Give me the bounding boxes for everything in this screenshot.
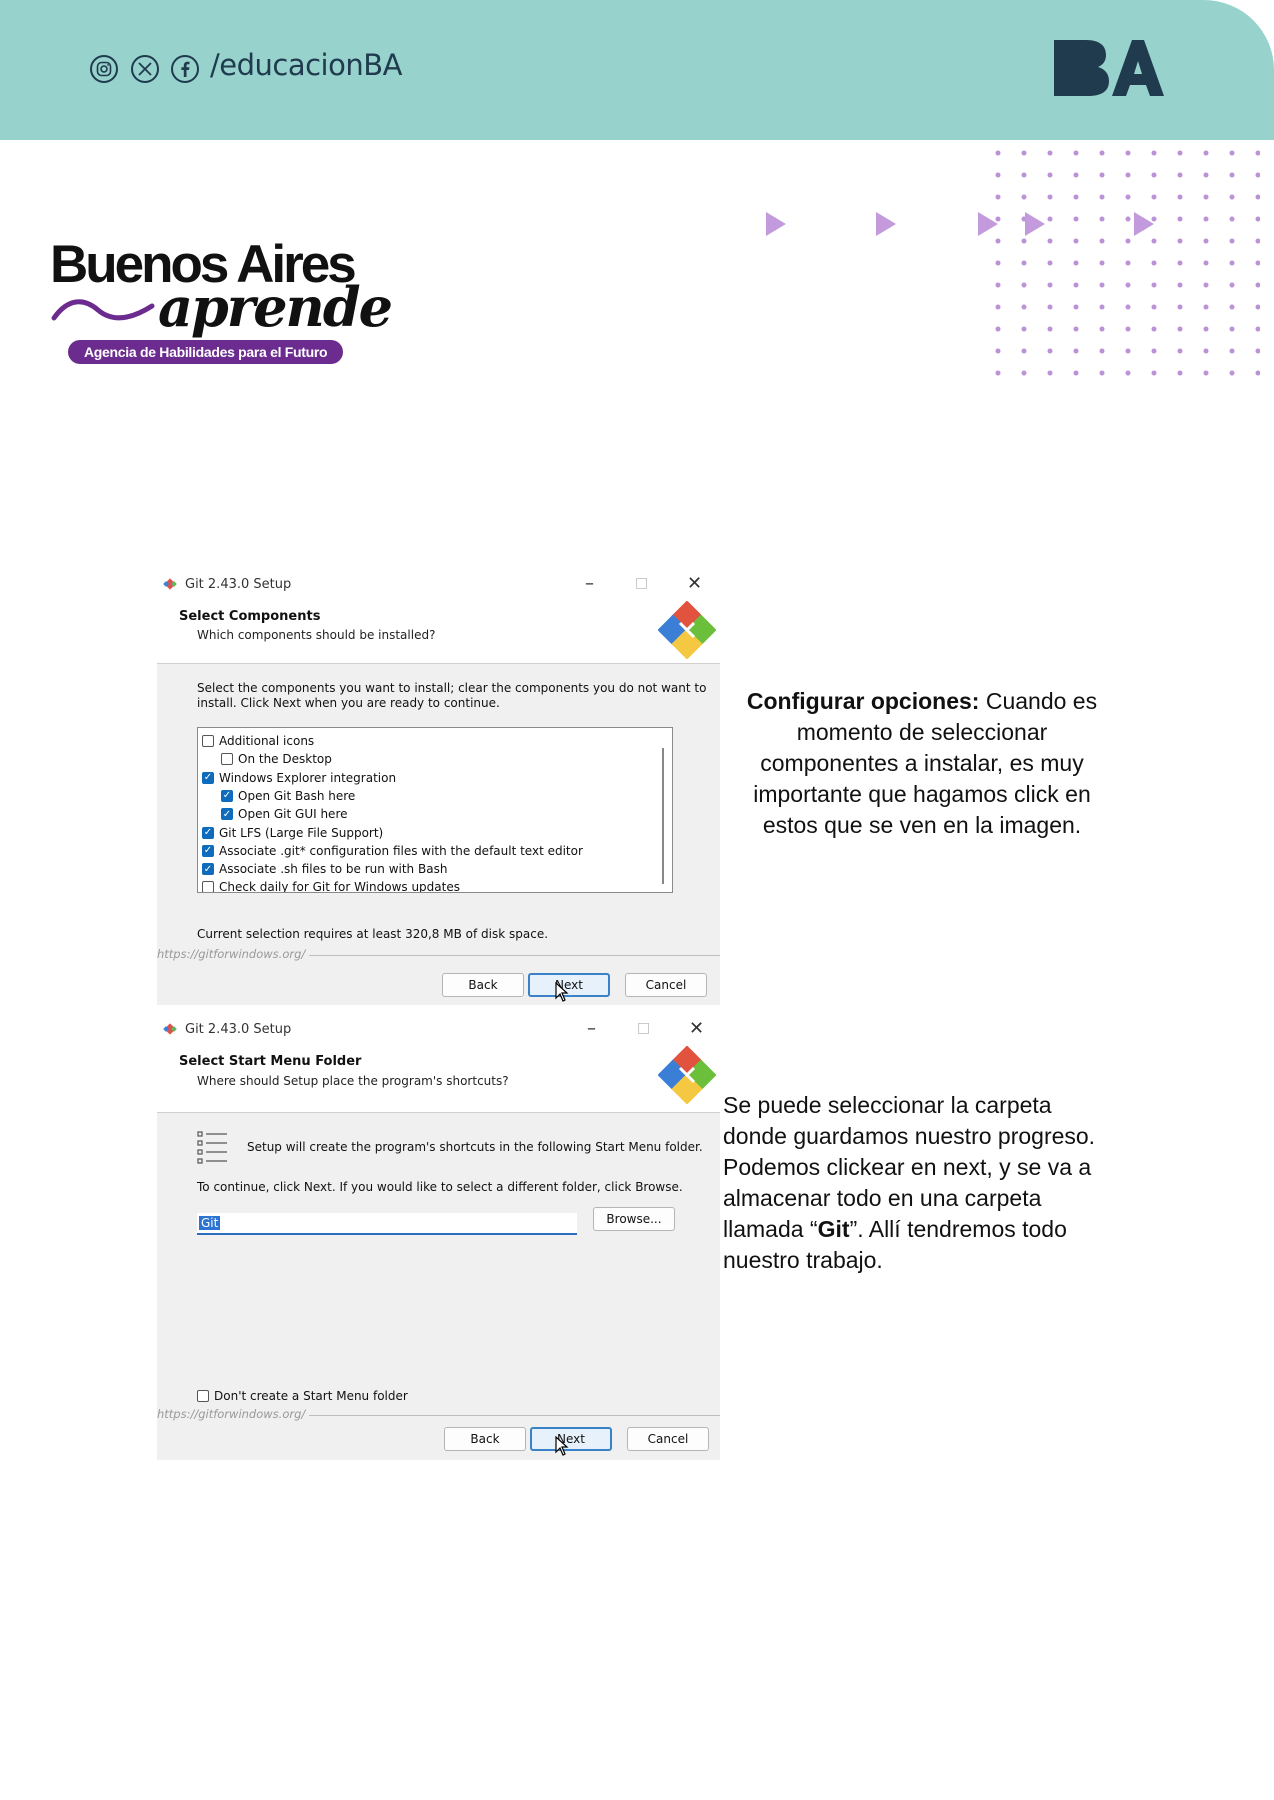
triangle-decoration [978, 212, 998, 236]
start-menu-list-icon [197, 1131, 227, 1164]
start-menu-info: Setup will create the program's shortcut… [247, 1140, 703, 1154]
component-row[interactable]: On the Desktop [221, 750, 332, 768]
checkbox[interactable] [202, 881, 214, 892]
component-label: On the Desktop [238, 752, 332, 767]
checkbox[interactable] [221, 753, 233, 766]
component-label: Open Git GUI here [238, 807, 348, 822]
brand-tagline: Agencia de Habilidades para el Futuro [68, 340, 344, 364]
facebook-icon[interactable] [171, 55, 199, 83]
header-band: /educacionBA [0, 0, 1274, 140]
dialog-heading: Select Start Menu Folder [179, 1054, 362, 1069]
next-button[interactable]: Next [530, 1427, 612, 1451]
social-handle: /educacionBA [210, 48, 402, 82]
components-list[interactable]: Additional icons On the Desktop ✓ Windows E… [197, 727, 673, 893]
checkbox-checked[interactable]: ✓ [202, 863, 214, 876]
git-logo-icon [163, 578, 177, 590]
no-start-menu-checkbox-row[interactable]: Don't create a Start Menu folder [197, 1387, 408, 1405]
instagram-icon[interactable] [90, 55, 118, 83]
dialog-subheading: Which components should be installed? [197, 628, 436, 642]
checkbox-checked[interactable]: ✓ [202, 844, 214, 857]
component-label: Git LFS (Large File Support) [219, 825, 384, 840]
divider [309, 1415, 720, 1416]
maximize-button[interactable]: □ [637, 1020, 650, 1036]
disk-space-text: Current selection requires at least 320,… [197, 927, 549, 941]
checkbox[interactable] [202, 735, 214, 747]
component-label: Associate .git* configuration files with… [219, 843, 583, 858]
back-button[interactable]: Back [444, 1427, 526, 1451]
brand-line2: aprende [158, 275, 393, 339]
component-label: Open Git Bash here [238, 788, 356, 803]
checkbox-checked[interactable]: ✓ [221, 789, 233, 802]
cancel-button[interactable]: Cancel [627, 1427, 709, 1451]
description-bold: Configurar opciones: [746, 688, 980, 714]
browse-button[interactable]: Browse... [593, 1207, 675, 1231]
installer-url: https://gitforwindows.org/ [157, 947, 306, 961]
window-title: Git 2.43.0 Setup [185, 577, 292, 592]
start-menu-folder-input[interactable]: Git [197, 1213, 577, 1235]
component-row[interactable]: ✓ Windows Explorer integration [202, 769, 396, 787]
continue-text: To continue, click Next. If you would li… [197, 1180, 683, 1194]
description-bold: Git [817, 1216, 850, 1242]
triangle-decoration [1134, 212, 1154, 236]
component-row[interactable]: Check daily for Git for Windows updates [202, 878, 460, 893]
checkbox-checked[interactable]: ✓ [221, 808, 233, 821]
git-installer-icon [658, 601, 716, 659]
maximize-button[interactable]: □ [635, 575, 648, 591]
git-setup-dialog-components: Git 2.43.0 Setup – □ ✕ Select Components… [157, 565, 720, 1005]
component-row[interactable]: ✓ Git LFS (Large File Support) [202, 824, 383, 842]
dialog-subheading: Where should Setup place the program's s… [197, 1074, 509, 1088]
swoosh-icon [51, 299, 155, 321]
instructions-line1: Select the components you want to instal… [197, 681, 707, 695]
back-button[interactable]: Back [442, 973, 524, 997]
component-row[interactable]: ✓ Associate .sh files to be run with Bash [202, 860, 447, 878]
checkbox[interactable] [197, 1390, 209, 1402]
dialog-header: Git 2.43.0 Setup – □ ✕ Select Start Menu… [157, 1010, 720, 1113]
instructions-line2: install. Click Next when you are ready t… [197, 696, 500, 710]
mouse-cursor-icon [555, 982, 569, 1002]
window-title: Git 2.43.0 Setup [185, 1022, 292, 1037]
triangle-decoration [766, 212, 786, 236]
git-setup-dialog-start-menu: Git 2.43.0 Setup – □ ✕ Select Start Menu… [157, 1010, 720, 1460]
checkbox-checked[interactable]: ✓ [202, 826, 214, 839]
minimize-button[interactable]: – [585, 573, 594, 594]
checkbox-label: Don't create a Start Menu folder [214, 1389, 408, 1403]
dialog-heading: Select Components [179, 609, 321, 624]
buenos-aires-aprende-logo: Buenos Aires aprende Agencia de Habilida… [50, 238, 393, 364]
component-row[interactable]: ✓ Open Git GUI here [221, 805, 348, 823]
close-button[interactable]: ✕ [687, 573, 702, 594]
description-start-menu: Se puede seleccionar la carpeta donde gu… [723, 1090, 1118, 1276]
component-label: Associate .sh files to be run with Bash [219, 862, 448, 877]
triangle-decoration [1025, 212, 1045, 236]
folder-input-value: Git [199, 1216, 221, 1230]
dialog-header: Git 2.43.0 Setup – □ ✕ Select Components… [157, 565, 720, 664]
checkbox-checked[interactable]: ✓ [202, 771, 214, 784]
ba-logo [1054, 40, 1164, 96]
scrollbar[interactable] [662, 748, 664, 884]
installer-url: https://gitforwindows.org/ [157, 1407, 306, 1421]
git-installer-icon [658, 1046, 716, 1104]
component-label: Additional icons [219, 734, 315, 748]
git-logo-icon [163, 1023, 177, 1035]
component-label: Check daily for Git for Windows updates [219, 880, 460, 893]
description-configurar-opciones: Configurar opciones: Cuando es momento d… [738, 686, 1106, 841]
decorative-dot-pattern [985, 142, 1260, 382]
divider [309, 955, 720, 956]
component-label: Windows Explorer integration [219, 770, 397, 785]
next-button[interactable]: Next [528, 973, 610, 997]
component-row[interactable]: ✓ Open Git Bash here [221, 787, 355, 805]
triangle-decoration [876, 212, 896, 236]
minimize-button[interactable]: – [587, 1018, 596, 1039]
mouse-cursor-icon [555, 1436, 569, 1456]
close-button[interactable]: ✕ [689, 1018, 704, 1039]
cancel-button[interactable]: Cancel [625, 973, 707, 997]
component-row[interactable]: Additional icons [202, 732, 314, 750]
component-row[interactable]: ✓ Associate .git* configuration files wit… [202, 842, 583, 860]
x-icon[interactable] [131, 55, 159, 83]
